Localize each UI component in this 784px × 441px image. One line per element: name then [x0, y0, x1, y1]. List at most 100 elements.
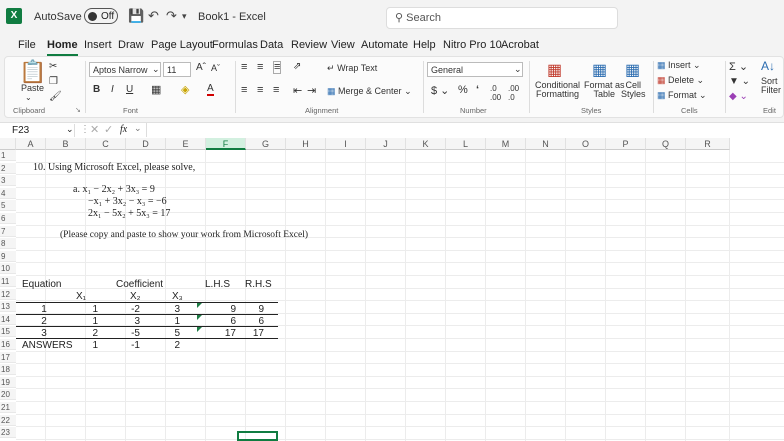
- column-header-k[interactable]: K: [406, 138, 446, 150]
- worksheet-grid[interactable]: ABCDEFGHIJKLMNOPQR 1 2 3 4 5 6 7 8 9 10 11 12 13 14 15…: [0, 138, 784, 441]
- fill-color-icon[interactable]: ◈: [181, 83, 189, 96]
- tab-automate[interactable]: Automate: [361, 39, 408, 51]
- decrease-font-icon[interactable]: Aˇ: [211, 63, 220, 73]
- undo-icon[interactable]: ↶: [148, 8, 159, 24]
- row-header-18[interactable]: 18: [0, 364, 16, 376]
- font-size-select[interactable]: 11: [163, 62, 191, 77]
- font-color-icon[interactable]: A: [207, 84, 214, 96]
- tab-acrobat[interactable]: Acrobat: [501, 39, 539, 51]
- wrap-text-button[interactable]: ↵ Wrap Text: [327, 63, 377, 74]
- clear-icon[interactable]: ◆ ⌄: [729, 91, 748, 102]
- row-header-8[interactable]: 8: [0, 238, 16, 250]
- row-header-5[interactable]: 5: [0, 200, 16, 212]
- decrease-decimal-icon[interactable]: .00.0: [508, 84, 519, 102]
- cancel-icon[interactable]: ✕: [90, 123, 99, 136]
- column-header-n[interactable]: N: [526, 138, 566, 150]
- tab-data[interactable]: Data: [260, 39, 283, 51]
- fill-icon[interactable]: ▼ ⌄: [729, 76, 750, 87]
- format-painter-icon[interactable]: 🖌: [49, 91, 62, 102]
- row-header-21[interactable]: 21: [0, 402, 16, 413]
- row-header-10[interactable]: 10: [0, 263, 16, 275]
- row-header-4[interactable]: 4: [0, 187, 16, 199]
- row-header-15[interactable]: 15: [0, 326, 16, 338]
- comma-icon[interactable]: ‘: [476, 84, 479, 96]
- row-header-3[interactable]: 3: [0, 175, 16, 187]
- tab-file[interactable]: File: [18, 39, 36, 51]
- row-header-11[interactable]: 11: [0, 276, 16, 287]
- tab-insert[interactable]: Insert: [84, 39, 112, 51]
- decrease-indent-icon[interactable]: ⇤: [293, 84, 302, 97]
- cut-icon[interactable]: ✂: [49, 61, 57, 72]
- column-header-f[interactable]: F: [206, 138, 246, 150]
- italic-icon[interactable]: I: [111, 84, 114, 95]
- row-header-23[interactable]: 23: [0, 427, 16, 439]
- column-header-h[interactable]: H: [286, 138, 326, 150]
- tab-formulas[interactable]: Formulas: [212, 39, 258, 51]
- tab-home[interactable]: Home: [47, 39, 78, 56]
- borders-icon[interactable]: ▦: [151, 83, 161, 96]
- redo-icon[interactable]: ↷: [166, 8, 177, 24]
- row-header-2[interactable]: 2: [0, 162, 16, 174]
- increase-decimal-icon[interactable]: .0.00: [490, 84, 501, 102]
- column-header-b[interactable]: B: [46, 138, 86, 150]
- bold-icon[interactable]: B: [93, 84, 100, 95]
- number-format-select[interactable]: General ⌄: [427, 62, 523, 77]
- copy-icon[interactable]: ❐: [49, 76, 58, 87]
- align-middle-icon[interactable]: ≡: [257, 61, 263, 73]
- enter-icon[interactable]: ✓: [104, 123, 113, 136]
- selected-cell-f23[interactable]: [237, 431, 278, 441]
- column-header-c[interactable]: C: [86, 138, 126, 150]
- font-name-select[interactable]: Aptos Narrow ⌄: [89, 62, 161, 77]
- merge-center-button[interactable]: ▦ Merge & Center ⌄: [327, 86, 412, 97]
- underline-icon[interactable]: U: [126, 84, 133, 95]
- column-header-q[interactable]: Q: [646, 138, 686, 150]
- search-box[interactable]: ⚲ Search: [386, 7, 618, 29]
- column-header-a[interactable]: A: [16, 138, 46, 150]
- paste-icon[interactable]: 📋: [19, 59, 46, 85]
- tab-help[interactable]: Help: [413, 39, 436, 51]
- row-header-16[interactable]: 16: [0, 339, 16, 350]
- align-bottom-icon[interactable]: ≡: [273, 61, 282, 74]
- autosum-icon[interactable]: Σ ⌄: [729, 60, 748, 73]
- name-box[interactable]: F23 ⌄: [2, 124, 75, 137]
- tab-draw[interactable]: Draw: [118, 39, 144, 51]
- autosave-toggle[interactable]: Off: [84, 8, 118, 24]
- column-header-p[interactable]: P: [606, 138, 646, 150]
- delete-button[interactable]: ▦ Delete ⌄: [657, 75, 704, 86]
- currency-icon[interactable]: $ ⌄: [431, 84, 449, 97]
- column-header-m[interactable]: M: [486, 138, 526, 150]
- tab-page-layout[interactable]: Page Layout: [151, 39, 213, 51]
- column-header-e[interactable]: E: [166, 138, 206, 150]
- align-center-icon[interactable]: ≡: [257, 84, 263, 96]
- format-as-table-button[interactable]: Format as Table: [584, 81, 625, 99]
- orientation-icon[interactable]: ⇗: [293, 61, 301, 72]
- tab-review[interactable]: Review: [291, 39, 327, 51]
- cell-styles-button[interactable]: Cell Styles: [621, 81, 646, 99]
- column-header-j[interactable]: J: [366, 138, 406, 150]
- increase-indent-icon[interactable]: ⇥: [307, 84, 316, 97]
- paste-dropdown-icon[interactable]: ⌄: [25, 93, 32, 102]
- align-left-icon[interactable]: ≡: [241, 84, 247, 96]
- align-top-icon[interactable]: ≡: [241, 61, 247, 73]
- formula-input[interactable]: [146, 123, 781, 137]
- format-button[interactable]: ▦ Format ⌄: [657, 90, 707, 101]
- row-header-9[interactable]: 9: [0, 250, 16, 262]
- tab-nitro-pro[interactable]: Nitro Pro 10: [443, 39, 502, 51]
- row-header-7[interactable]: 7: [0, 225, 16, 237]
- column-header-d[interactable]: D: [126, 138, 166, 150]
- increase-font-icon[interactable]: Aˆ: [196, 62, 206, 73]
- conditional-formatting-button[interactable]: Conditional Formatting: [535, 81, 580, 99]
- row-header-20[interactable]: 20: [0, 389, 16, 401]
- column-header-i[interactable]: I: [326, 138, 366, 150]
- row-header-12[interactable]: 12: [0, 288, 16, 300]
- align-right-icon[interactable]: ≡: [273, 84, 279, 96]
- tab-view[interactable]: View: [331, 39, 355, 51]
- row-header-22[interactable]: 22: [0, 414, 16, 426]
- customize-qat-icon[interactable]: ▾: [182, 11, 187, 22]
- insert-button[interactable]: ▦ Insert ⌄: [657, 60, 701, 71]
- row-header-6[interactable]: 6: [0, 213, 16, 224]
- row-header-13[interactable]: 13: [0, 301, 16, 313]
- percent-icon[interactable]: %: [458, 84, 468, 96]
- column-header-g[interactable]: G: [246, 138, 286, 150]
- paste-button[interactable]: Paste: [21, 83, 44, 93]
